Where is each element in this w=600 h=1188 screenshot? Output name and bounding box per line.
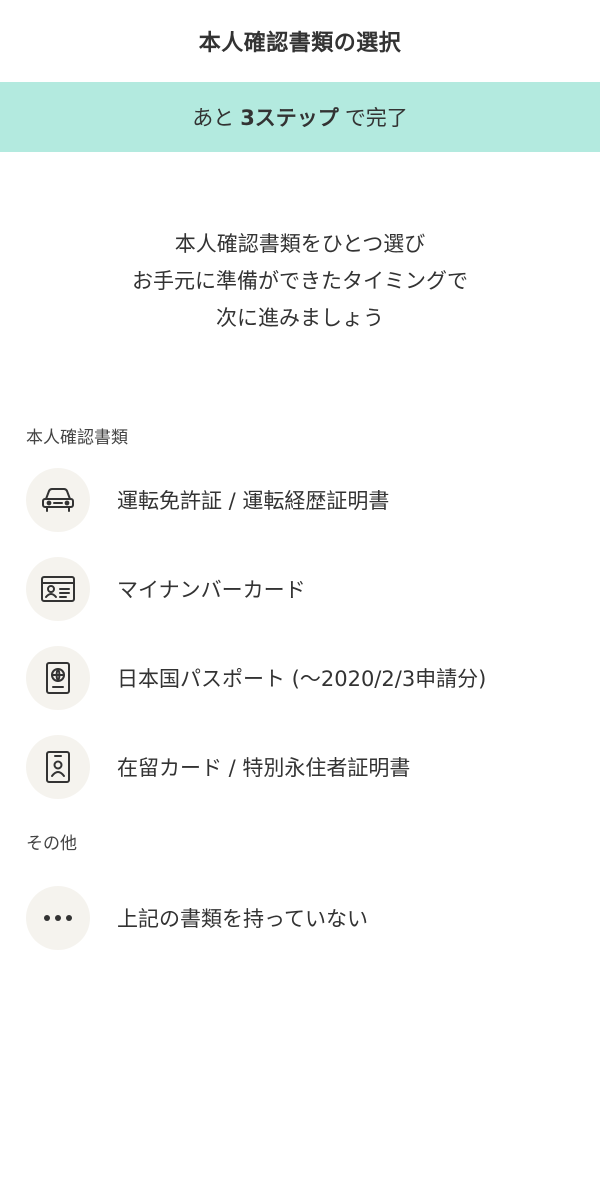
- option-label: 日本国パスポート (～2020/2/3申請分): [117, 667, 487, 691]
- page-title: 本人確認書類の選択: [198, 31, 402, 56]
- document-options: 運転免許証 / 運転経歴証明書 マイナンバーカード 日本国パスポート (～202…: [0, 468, 600, 799]
- car-icon: [26, 468, 90, 532]
- option-label: 運転免許証 / 運転経歴証明書: [117, 489, 390, 513]
- option-label: 上記の書類を持っていない: [117, 907, 368, 931]
- progress-prefix: あと: [192, 106, 235, 130]
- lead-text: 本人確認書類をひとつ選び お手元に準備ができたタイミングで 次に進みましょう: [0, 226, 600, 337]
- header: 本人確認書類の選択: [0, 0, 600, 82]
- option-passport[interactable]: 日本国パスポート (～2020/2/3申請分): [0, 646, 600, 710]
- lead-line-3: 次に進みましょう: [216, 306, 384, 330]
- option-residence-card[interactable]: 在留カード / 特別永住者証明書: [0, 735, 600, 799]
- option-label: 在留カード / 特別永住者証明書: [117, 756, 411, 780]
- id-card-icon: [26, 557, 90, 621]
- page: 本人確認書類の選択 あと 3ステップ で完了 本人確認書類をひとつ選び お手元に…: [0, 0, 600, 1188]
- other-options: 上記の書類を持っていない: [0, 886, 600, 950]
- progress-banner: あと 3ステップ で完了: [0, 82, 600, 152]
- section-label-documents: 本人確認書類: [26, 428, 128, 448]
- residence-card-icon: [26, 735, 90, 799]
- option-drivers-license[interactable]: 運転免許証 / 運転経歴証明書: [0, 468, 600, 532]
- passport-icon: [26, 646, 90, 710]
- more-icon: [26, 886, 90, 950]
- progress-suffix: で完了: [344, 106, 408, 130]
- section-label-other: その他: [26, 834, 77, 854]
- option-label: マイナンバーカード: [117, 578, 306, 602]
- option-my-number-card[interactable]: マイナンバーカード: [0, 557, 600, 621]
- option-no-documents[interactable]: 上記の書類を持っていない: [0, 886, 600, 950]
- progress-steps: 3ステップ: [240, 106, 339, 130]
- lead-line-2: お手元に準備ができたタイミングで: [132, 269, 468, 293]
- lead-line-1: 本人確認書類をひとつ選び: [174, 232, 426, 256]
